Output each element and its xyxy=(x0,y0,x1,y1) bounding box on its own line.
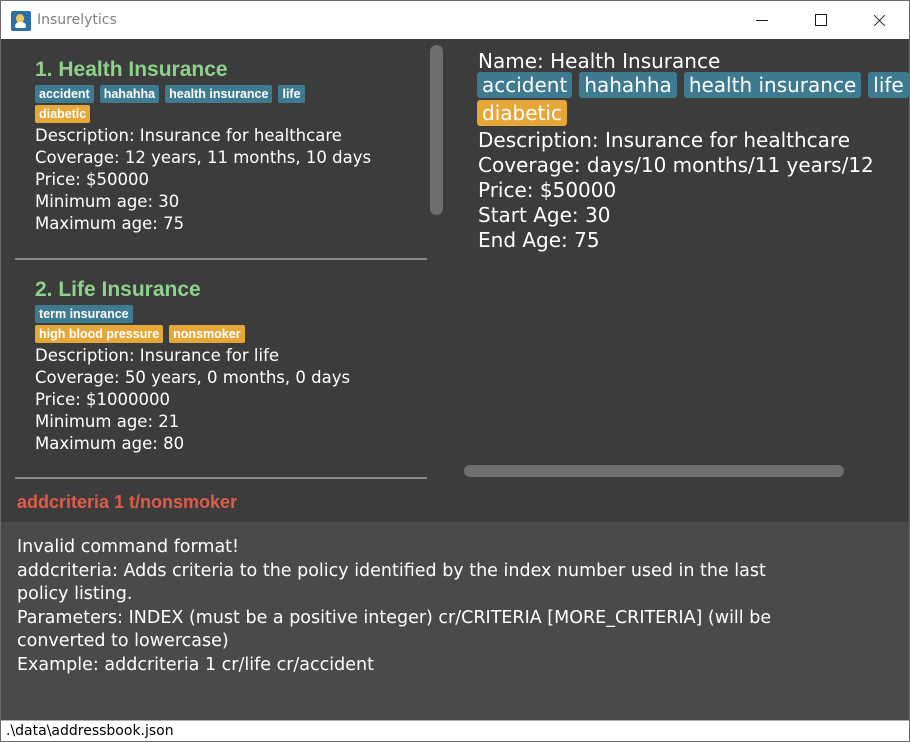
policy-coverage: Coverage: 50 years, 0 months, 0 days xyxy=(35,368,351,387)
policy-price: Price: $50000 xyxy=(35,170,150,189)
policy-min-age: Minimum age: 30 xyxy=(35,192,180,211)
policy-criteria-tag: high blood pressure xyxy=(35,325,164,343)
policy-tag: accident xyxy=(35,85,94,103)
detail-tag-row: accident hahahha health insurance life xyxy=(477,72,909,98)
maximize-button[interactable] xyxy=(798,1,844,39)
result-display: Invalid command format! addcriteria: Add… xyxy=(1,522,909,720)
result-line: converted to lowercase) xyxy=(17,631,229,651)
policy-tag: hahahha xyxy=(99,85,160,103)
result-line: policy listing. xyxy=(17,584,133,604)
detail-tag: health insurance xyxy=(683,72,862,98)
result-line: Parameters: INDEX (must be a positive in… xyxy=(17,607,772,628)
policy-tag: term insurance xyxy=(35,305,133,323)
policy-coverage: Coverage: 12 years, 11 months, 10 days xyxy=(35,148,372,167)
app-window: Insurelytics 1. Health Insurance acciden… xyxy=(0,0,910,742)
detail-criteria-tag: diabetic xyxy=(477,100,567,126)
list-vertical-scrollbar[interactable] xyxy=(430,45,443,215)
policy-card[interactable]: 1. Health Insurance accident hahahha healt… xyxy=(15,55,427,260)
policy-tag: life xyxy=(278,85,305,103)
policy-card-title: 1. Health Insurance xyxy=(35,58,228,81)
detail-criteria-row: diabetic xyxy=(477,100,574,126)
policy-tag-row: term insurance xyxy=(35,305,427,325)
detail-tag: hahahha xyxy=(579,72,677,98)
command-input[interactable]: addcriteria 1 t/nonsmoker xyxy=(17,491,237,513)
policy-criteria-row: diabetic xyxy=(35,105,427,125)
policy-description: Description: Insurance for healthcare xyxy=(35,126,342,145)
app-logo-icon xyxy=(11,11,31,31)
maximize-icon xyxy=(815,14,827,26)
policy-criteria-row: high blood pressure nonsmoker xyxy=(35,325,427,345)
policy-criteria-tag: diabetic xyxy=(35,105,91,123)
window-title: Insurelytics xyxy=(37,12,117,28)
detail-tag: accident xyxy=(477,72,573,98)
status-bar: .\data\addressbook.json xyxy=(1,720,909,741)
policy-tag: health insurance xyxy=(165,85,273,103)
policy-price: Price: $1000000 xyxy=(35,390,171,409)
policy-card-title: 2. Life Insurance xyxy=(35,278,201,301)
policy-max-age: Maximum age: 75 xyxy=(35,214,185,233)
detail-coverage: Coverage: days/10 months/11 years/12 xyxy=(478,153,874,177)
command-box[interactable]: addcriteria 1 t/nonsmoker xyxy=(1,482,909,522)
close-button[interactable] xyxy=(857,1,903,39)
policy-card[interactable]: 2. Life Insurance term insurance high bl… xyxy=(15,275,427,479)
detail-tag: life xyxy=(868,72,909,98)
detail-price: Price: $50000 xyxy=(478,178,617,202)
policy-list-panel[interactable]: 1. Health Insurance accident hahahha healt… xyxy=(1,39,446,482)
detail-start-age: Start Age: 30 xyxy=(478,203,611,227)
title-bar[interactable]: Insurelytics xyxy=(1,1,909,39)
policy-min-age: Minimum age: 21 xyxy=(35,412,180,431)
save-location: .\data\addressbook.json xyxy=(6,723,174,739)
result-line: addcriteria: Adds criteria to the policy… xyxy=(17,560,766,581)
policy-max-age: Maximum age: 80 xyxy=(35,434,185,453)
policy-criteria-tag: nonsmoker xyxy=(169,325,245,343)
policy-tag-row: accident hahahha health insurance life xyxy=(35,85,427,105)
result-line: Invalid command format! xyxy=(17,537,240,557)
policy-detail-panel: Name: Health Insurance accident hahahha he… xyxy=(446,39,909,482)
detail-name: Name: Health Insurance xyxy=(478,49,721,73)
minimize-button[interactable] xyxy=(739,1,785,39)
result-message: Invalid command format! addcriteria: Add… xyxy=(17,536,889,677)
policy-description: Description: Insurance for life xyxy=(35,346,280,365)
detail-horizontal-scrollbar[interactable] xyxy=(464,465,844,477)
minimize-icon xyxy=(756,20,768,21)
detail-description: Description: Insurance for healthcare xyxy=(478,128,850,152)
detail-end-age: End Age: 75 xyxy=(478,228,600,252)
result-line: Example: addcriteria 1 cr/life cr/accide… xyxy=(17,654,374,675)
